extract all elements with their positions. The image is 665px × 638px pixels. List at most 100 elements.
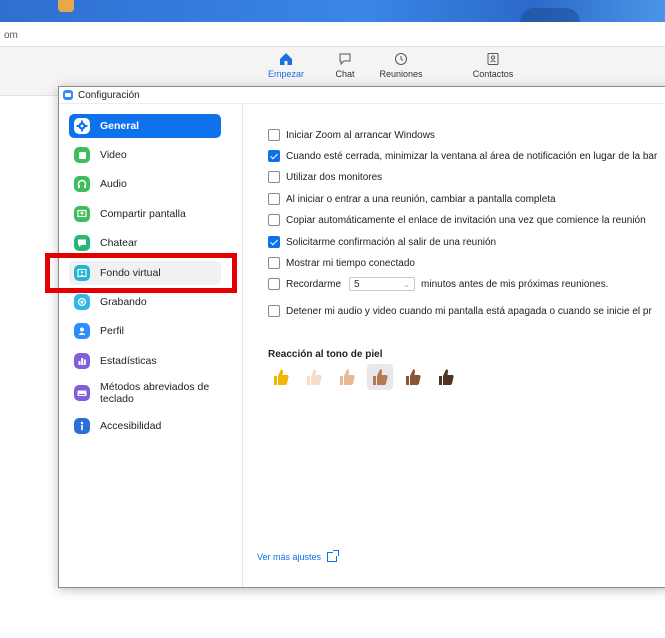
skin-tone-heading: Reacción al tono de piel: [268, 349, 383, 360]
sidebar-item-general[interactable]: General: [69, 114, 221, 138]
accessibility-icon: [74, 418, 90, 434]
checkbox[interactable]: [268, 171, 280, 183]
sidebar-item-compartir-pantalla[interactable]: Compartir pantalla: [69, 202, 221, 226]
skin-tone-option[interactable]: [301, 364, 327, 390]
thumbs-up-icon: [340, 369, 355, 385]
home-icon: [274, 49, 298, 69]
option-label: Al iniciar o entrar a una reunión, cambi…: [286, 193, 556, 205]
chevron-down-icon: ⌄: [403, 279, 411, 289]
thumbs-up-icon: [373, 369, 388, 385]
keyboard-icon: [74, 385, 90, 401]
contacts-icon: [481, 49, 505, 69]
settings-dialog: Configuración General Video Audio Compar…: [58, 86, 665, 588]
option-label: Cuando esté cerrada, minimizar la ventan…: [286, 150, 658, 162]
sidebar-item-label: Chatear: [100, 237, 138, 249]
sidebar-item-grabando[interactable]: Grabando: [69, 290, 221, 314]
thumbs-up-icon: [439, 369, 454, 385]
sidebar-item-label: Compartir pantalla: [100, 208, 186, 220]
option-detener-audio-video[interactable]: Detener mi audio y video cuando mi panta…: [268, 304, 652, 318]
option-label: Iniciar Zoom al arrancar Windows: [286, 129, 435, 141]
sidebar-item-label: Fondo virtual: [100, 267, 161, 279]
checkbox[interactable]: [268, 305, 280, 317]
option-iniciar-zoom[interactable]: Iniciar Zoom al arrancar Windows: [268, 128, 435, 142]
sidebar-item-perfil[interactable]: Perfil: [69, 319, 221, 343]
headphones-icon: [74, 176, 90, 192]
option-label: Recordarme: [286, 278, 342, 290]
sidebar-item-label: Estadísticas: [100, 355, 157, 367]
external-link-icon: [327, 550, 340, 562]
option-confirmacion-salir[interactable]: Solicitarme confirmación al salir de una…: [268, 235, 496, 249]
desktop-photo-thumbnail: [58, 0, 74, 12]
gear-icon: [74, 118, 90, 134]
more-settings-label: Ver más ajustes: [257, 552, 322, 562]
dialog-titlebar: Configuración: [59, 87, 665, 104]
skin-tone-option[interactable]: [334, 364, 360, 390]
sidebar-item-metodos-abreviados[interactable]: Métodos abreviados de teclado: [69, 378, 221, 408]
sidebar-item-label: Grabando: [100, 296, 147, 308]
record-icon: [74, 294, 90, 310]
virtual-background-icon: [74, 265, 90, 281]
skin-tone-option[interactable]: [433, 364, 459, 390]
nav-tab-reuniones[interactable]: Reuniones: [371, 49, 431, 79]
option-dos-monitores[interactable]: Utilizar dos monitores: [268, 170, 382, 184]
option-label: Utilizar dos monitores: [286, 171, 383, 183]
option-suffix: minutos antes de mis próximas reuniones.: [421, 278, 609, 290]
checkbox[interactable]: [268, 278, 280, 290]
skin-tone-option[interactable]: [400, 364, 426, 390]
window-title: om: [4, 30, 18, 41]
checkbox[interactable]: [268, 129, 280, 141]
option-copiar-enlace[interactable]: Copiar automáticamente el enlace de invi…: [268, 213, 646, 227]
nav-label: Contactos: [472, 69, 514, 79]
select-value: 5: [354, 278, 360, 290]
general-settings-panel: Iniciar Zoom al arrancar Windows Cuando …: [243, 104, 665, 587]
sidebar-item-accesibilidad[interactable]: Accesibilidad: [69, 414, 221, 438]
settings-sidebar: General Video Audio Compartir pantalla C…: [59, 104, 243, 587]
sidebar-item-chatear[interactable]: Chatear: [69, 231, 221, 255]
option-label: Detener mi audio y video cuando mi panta…: [286, 305, 652, 317]
thumbs-up-icon: [406, 369, 421, 385]
skin-tone-picker: [268, 364, 466, 390]
sidebar-item-estadisticas[interactable]: Estadísticas: [69, 349, 221, 373]
sidebar-item-label: Video: [100, 149, 127, 161]
nav-tab-empezar[interactable]: Empezar: [256, 49, 316, 79]
zoom-app-icon: [63, 90, 73, 100]
checkbox[interactable]: [268, 214, 280, 226]
statistics-icon: [74, 353, 90, 369]
nav-tab-contactos[interactable]: Contactos: [463, 49, 523, 79]
option-pantalla-completa[interactable]: Al iniciar o entrar a una reunión, cambi…: [268, 192, 556, 206]
share-screen-icon: [74, 206, 90, 222]
nav-label: Empezar: [267, 69, 304, 79]
sidebar-item-label: Accesibilidad: [100, 420, 162, 432]
checkbox[interactable]: [268, 257, 280, 269]
skin-tone-option[interactable]: [367, 364, 393, 390]
sidebar-item-label: Perfil: [100, 325, 124, 337]
desktop-banner: [0, 0, 665, 22]
sidebar-item-fondo-virtual[interactable]: Fondo virtual: [69, 261, 221, 285]
reminder-minutes-select[interactable]: 5 ⌄: [349, 277, 416, 291]
option-tiempo-conectado[interactable]: Mostrar mi tiempo conectado: [268, 256, 415, 270]
profile-icon: [74, 323, 90, 339]
chat-icon: [74, 235, 90, 251]
option-label: Mostrar mi tiempo conectado: [286, 257, 415, 269]
checkbox-checked[interactable]: [268, 236, 280, 248]
more-settings-link[interactable]: Ver más ajustes: [257, 550, 340, 562]
sidebar-item-label: Métodos abreviados de teclado: [100, 381, 210, 405]
sidebar-item-label: General: [100, 120, 140, 132]
sidebar-item-label: Audio: [100, 178, 127, 190]
desktop-wallpaper-shape: [520, 8, 580, 22]
checkbox-checked[interactable]: [268, 150, 280, 162]
thumbs-up-icon: [307, 369, 322, 385]
chat-icon: [333, 49, 357, 69]
option-label: Copiar automáticamente el enlace de invi…: [286, 214, 646, 226]
checkbox[interactable]: [268, 193, 280, 205]
option-minimizar-notificacion[interactable]: Cuando esté cerrada, minimizar la ventan…: [268, 149, 657, 163]
option-label: Solicitarme confirmación al salir de una…: [286, 236, 497, 248]
skin-tone-option[interactable]: [268, 364, 294, 390]
sidebar-item-audio[interactable]: Audio: [69, 172, 221, 196]
video-icon: [74, 147, 90, 163]
clock-icon: [389, 49, 413, 69]
dialog-title: Configuración: [78, 89, 140, 101]
option-recordarme[interactable]: Recordarme 5 ⌄ minutos antes de mis próx…: [268, 277, 608, 291]
sidebar-item-video[interactable]: Video: [69, 143, 221, 167]
nav-tab-chat[interactable]: Chat: [315, 49, 375, 79]
